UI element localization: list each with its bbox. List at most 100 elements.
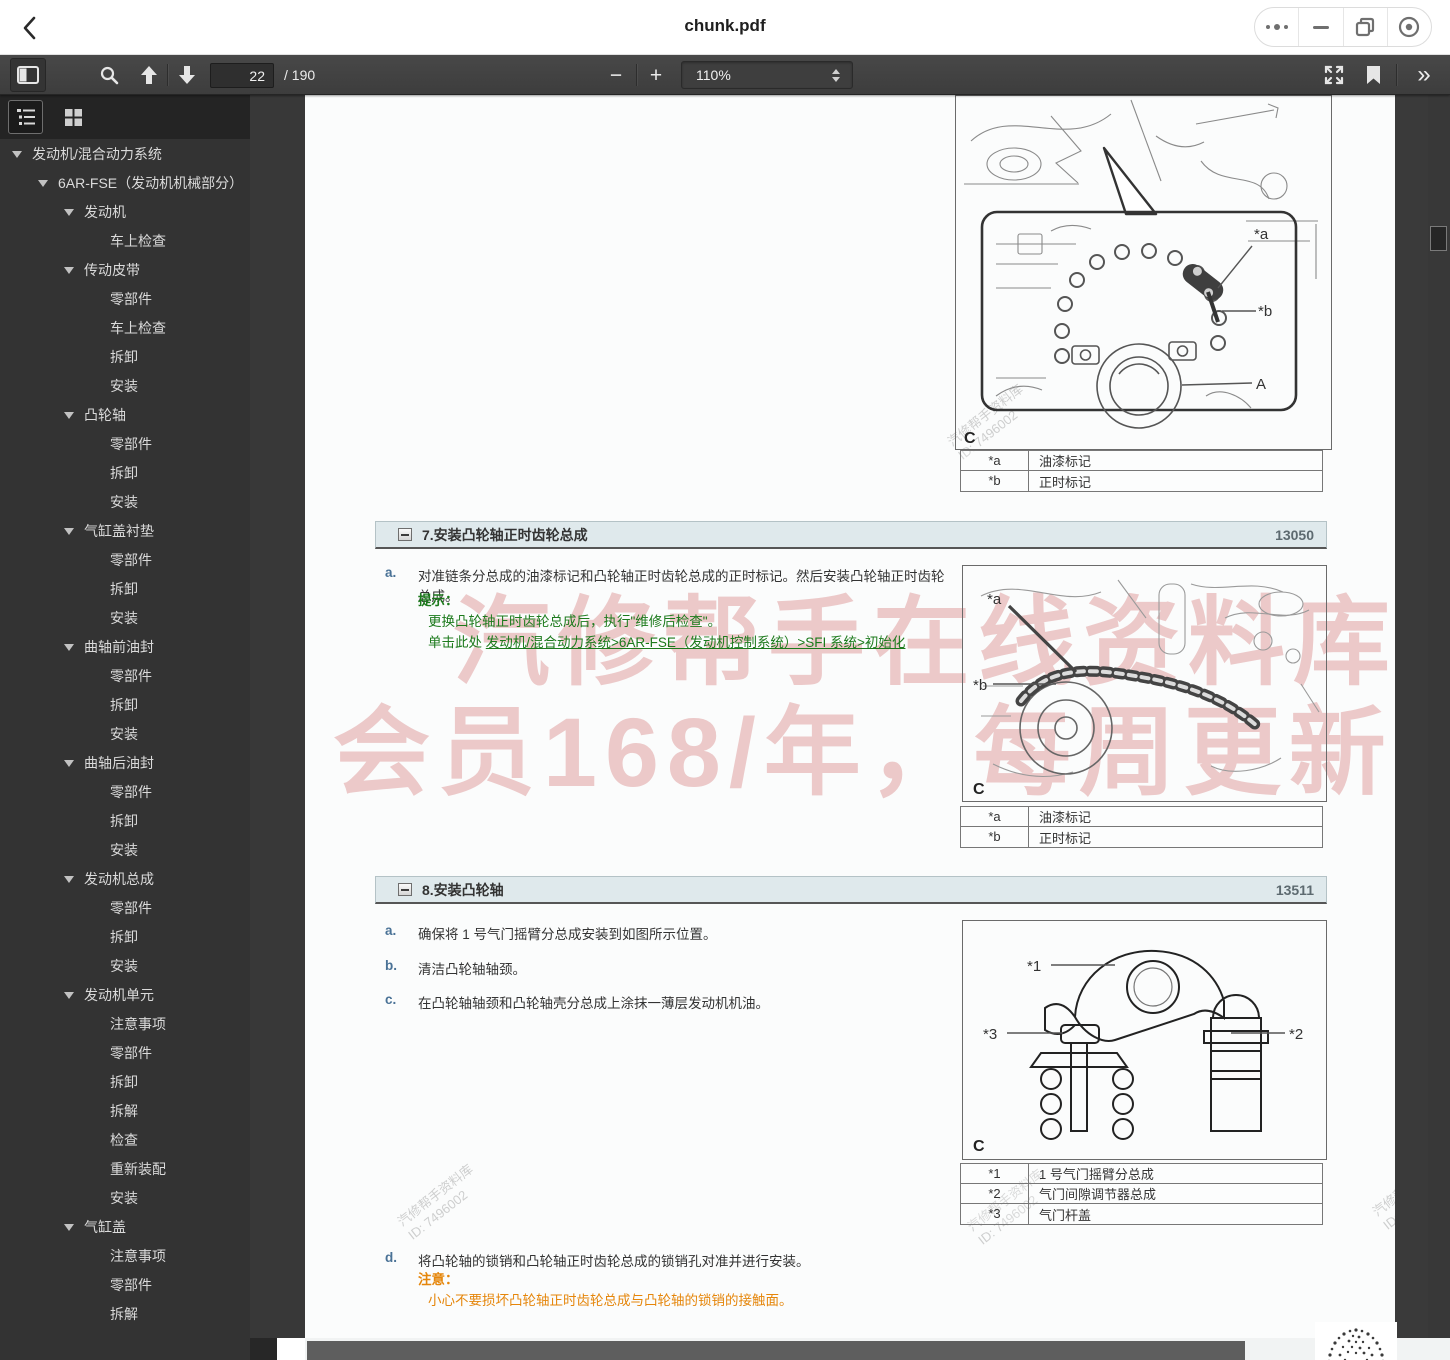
caret-down-icon[interactable] [64,638,84,651]
minimize-button[interactable] [1298,8,1342,46]
outline-item[interactable]: 零部件 [0,894,250,923]
outline-item[interactable]: 安装 [0,372,250,401]
outline-item[interactable]: 拆卸 [0,923,250,952]
outline-item[interactable]: 传动皮带 [0,256,250,285]
thumbnail-view-button[interactable] [56,100,91,134]
outline-view-button[interactable] [8,100,43,134]
outline-item[interactable]: 曲轴前油封 [0,633,250,662]
collapse-icon[interactable] [398,528,412,541]
pdf-viewer-window: chunk.pdf 22 / 190 − + 110% » 发动机/混合动力系统… [0,0,1450,1360]
outline-item[interactable]: 注意事项 [0,1010,250,1039]
next-page-button[interactable] [172,55,202,95]
outline-item[interactable]: 检查 [0,1126,250,1155]
page-number-input[interactable] [210,63,274,88]
outline-item[interactable]: 拆卸 [0,343,250,372]
caret-down-icon[interactable] [64,870,84,883]
zoom-in-button[interactable]: + [642,55,670,95]
outline-item[interactable]: 零部件 [0,1271,250,1300]
outline-item[interactable]: 安装 [0,1184,250,1213]
bookmark-icon [1366,66,1380,84]
callout-1-label: *1 [1027,958,1041,975]
outline-item[interactable]: 气缸盖衬垫 [0,517,250,546]
caret-down-icon[interactable] [64,261,84,274]
figure-timing-chain: *a *b C [962,565,1327,802]
search-button[interactable] [94,55,124,95]
bookmark-button[interactable] [1358,55,1388,95]
sidebar-toggle-button[interactable] [10,58,46,92]
record-button[interactable] [1386,8,1431,46]
table-row: *1 1 号气门摇臂分总成 [961,1164,1322,1184]
caret-down-icon[interactable] [64,203,84,216]
outline-item[interactable]: 车上检查 [0,314,250,343]
outline-item[interactable]: 发动机 [0,198,250,227]
zoom-level-select[interactable]: 110% [681,61,853,89]
caret-down-icon[interactable] [12,145,32,158]
outline-item[interactable]: 重新装配 [0,1155,250,1184]
arrow-down-icon [179,66,195,84]
outline-item[interactable]: 气缸盖 [0,1213,250,1242]
step-8d: d. 将凸轮轴的锁销和凸轮轴正时齿轮总成的锁销孔对准并进行安装。 [385,1250,810,1269]
outline-item[interactable]: 安装 [0,952,250,981]
step-8c: c. 在凸轮轴轴颈和凸轮轴壳分总成上涂抹一薄层发动机机油。 [385,992,769,1011]
previous-page-button[interactable] [134,55,164,95]
caret-down-icon[interactable] [64,406,84,419]
section7-header: 7.安装凸轮轴正时齿轮总成 13050 [375,521,1327,549]
outline-item[interactable]: 零部件 [0,662,250,691]
mark-table: *a 油漆标记 *b 正时标记 [960,450,1323,492]
outline-item[interactable]: 发动机总成 [0,865,250,894]
outline-item[interactable]: 曲轴后油封 [0,749,250,778]
outline-item[interactable]: 拆卸 [0,575,250,604]
caret-down-icon[interactable] [38,174,58,187]
caret-down-icon[interactable] [64,986,84,999]
outline-item[interactable]: 零部件 [0,778,250,807]
thumbnails-grid-icon [65,108,82,126]
outline-item[interactable]: 安装 [0,836,250,865]
ellipsis-icon [1265,24,1288,30]
vertical-scrollbar-thumb[interactable] [1430,226,1447,251]
figure-rocker-arm: *1 *3 *2 C [962,920,1327,1160]
more-tools-button[interactable]: » [1404,55,1442,95]
outline-item[interactable]: 安装 [0,488,250,517]
mini-program-code-icon [1315,1322,1397,1360]
outline-item[interactable]: 拆卸 [0,691,250,720]
figure-corner-label: C [973,1138,985,1155]
outline-item[interactable]: 6AR-FSE（发动机机械部分） [0,169,250,198]
outline-item[interactable]: 零部件 [0,285,250,314]
outline-item[interactable]: 拆解 [0,1097,250,1126]
initialization-link[interactable]: 发动机/混合动力系统>6AR-FSE（发动机控制系统）>SFI 系统>初始化 [486,635,906,650]
outline-item[interactable]: 发动机/混合动力系统 [0,140,250,169]
titlebar: chunk.pdf [0,0,1450,55]
outline-item[interactable]: 发动机单元 [0,981,250,1010]
outline-item[interactable]: 零部件 [0,546,250,575]
horizontal-scrollbar-track[interactable] [250,1338,1450,1360]
outline-item[interactable]: 拆解 [0,1300,250,1329]
collapse-icon[interactable] [398,883,412,896]
outline-item[interactable]: 安装 [0,720,250,749]
zoom-out-button[interactable]: − [602,55,630,95]
table-row: *2 气门间隙调节器总成 [961,1184,1322,1204]
caret-down-icon[interactable] [64,1218,84,1231]
more-options-button[interactable] [1255,8,1298,46]
outline-item[interactable]: 零部件 [0,1039,250,1068]
outline-item[interactable]: 车上检查 [0,227,250,256]
outline-item[interactable]: 拆卸 [0,1068,250,1097]
restore-button[interactable] [1342,8,1387,46]
outline-item[interactable]: 安装 [0,604,250,633]
record-icon [1399,16,1420,38]
vertical-scrollbar-track[interactable] [1428,95,1450,1360]
outline-item[interactable]: 注意事项 [0,1242,250,1271]
outline-item[interactable]: 拆卸 [0,459,250,488]
horizontal-scrollbar-thumb[interactable] [307,1341,1245,1360]
select-spinner-icon [832,68,840,82]
caret-down-icon[interactable] [64,754,84,767]
arrow-up-icon [141,66,157,84]
section7-title: 7.安装凸轮轴正时齿轮总成 [422,526,588,543]
outline-item[interactable]: 凸轮轴 [0,401,250,430]
fullscreen-button[interactable] [1318,55,1350,95]
watermark-stamp: 汽修帮手资料库ID: 7496002 [1369,1151,1395,1233]
qr-code [1315,1322,1397,1360]
outline-item[interactable]: 拆卸 [0,807,250,836]
parts-table: *1 1 号气门摇臂分总成 *2 气门间隙调节器总成 *3 气门杆盖 [960,1163,1323,1225]
outline-item[interactable]: 零部件 [0,430,250,459]
caret-down-icon[interactable] [64,522,84,535]
